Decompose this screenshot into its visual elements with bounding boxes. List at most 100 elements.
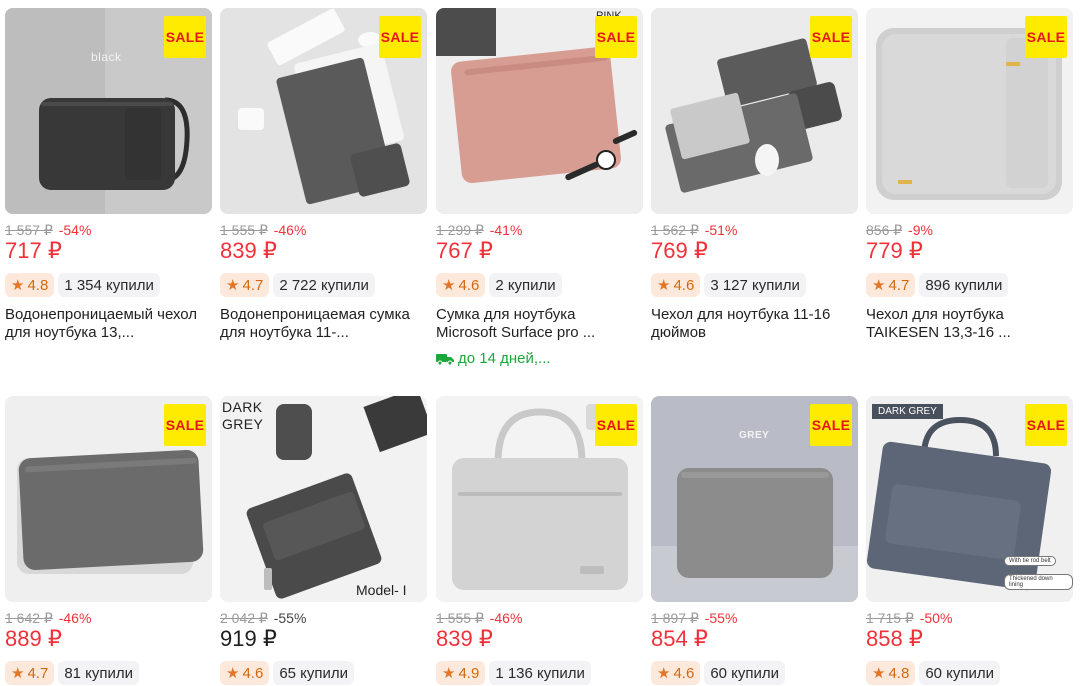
star-icon: ★ xyxy=(11,277,25,294)
bought-count: 1 354 купили xyxy=(58,273,160,297)
rating-value: 4.7 xyxy=(242,276,264,294)
sale-badge: SALE xyxy=(595,16,637,58)
meta-row: ★ 4.7 896 купили xyxy=(866,273,1073,297)
rating-value: 4.7 xyxy=(888,276,910,294)
sale-badge: SALE xyxy=(595,404,637,446)
delivery-text: до 14 дней,... xyxy=(458,350,551,367)
image-caption: GREY xyxy=(739,430,770,441)
old-price-row: 1 562 ₽ -51% xyxy=(651,222,858,238)
rating-badge: ★ 4.8 xyxy=(5,273,55,297)
meta-row: ★ 4.8 1 354 купили xyxy=(5,273,212,297)
product-title[interactable]: Сумка для ноутбука Microsoft Surface pro… xyxy=(436,306,636,342)
rating-value: 4.6 xyxy=(673,664,695,682)
price: 717 ₽ xyxy=(5,238,62,263)
product-image[interactable]: SALE xyxy=(651,8,858,214)
sale-badge: SALE xyxy=(1025,16,1067,58)
product-image[interactable]: DARK GREY With tie rod belt Thickened do… xyxy=(866,396,1073,602)
product-image[interactable]: GREY SALE xyxy=(651,396,858,602)
rating-value: 4.8 xyxy=(888,664,910,682)
star-icon: ★ xyxy=(226,665,240,682)
meta-row: ★ 4.6 2 купили xyxy=(436,273,643,297)
product-card[interactable]: black SALE 1 557 ₽ -54% 717 ₽ ★ 4.8 1 354… xyxy=(5,8,212,342)
rating-value: 4.6 xyxy=(242,664,264,682)
product-card[interactable]: SALE 1 555 ₽ -46% 839 ₽ ★ 4.7 2 722 купил… xyxy=(220,8,427,342)
product-image[interactable]: DARK GREY Model- I xyxy=(220,396,427,602)
old-price-row: 856 ₽ -9% xyxy=(866,222,1073,238)
bought-count: 3 127 купили xyxy=(704,273,806,297)
image-caption: DARK GREY xyxy=(222,399,264,432)
sale-badge: SALE xyxy=(810,404,852,446)
rating-badge: ★ 4.7 xyxy=(866,273,916,297)
old-price: 1 299 ₽ xyxy=(436,222,484,238)
product-card[interactable]: PINK SALE 1 299 ₽ -41% 767 ₽ ★4.6 2 купи… xyxy=(436,8,643,367)
rating-value: 4.6 xyxy=(458,276,480,294)
bought-count: 896 купили xyxy=(919,273,1009,297)
discount: -55% xyxy=(273,610,307,626)
rating-badge: ★ 4.7 xyxy=(220,273,270,297)
star-icon: ★ xyxy=(226,277,240,294)
meta-row: ★ 4.7 2 722 купили xyxy=(220,273,427,297)
product-title[interactable]: Чехол для ноутбука 11-16 дюймов xyxy=(651,306,851,342)
product-title[interactable]: Чехол для ноутбука TAIKESEN 13,3-16 ... xyxy=(866,306,1066,342)
product-title[interactable]: Водонепроницаемый чехол для ноутбука 13,… xyxy=(5,306,205,342)
old-price-row: 1 715 ₽ -50% xyxy=(866,610,1073,626)
bought-count: 60 купили xyxy=(704,661,786,685)
product-card[interactable]: SALE 856 ₽ -9% 779 ₽ ★ 4.7 896 купили Чех… xyxy=(866,8,1073,342)
product-image[interactable]: SALE xyxy=(436,396,643,602)
delivery-info: до 14 дней,... xyxy=(436,350,643,367)
sale-badge: SALE xyxy=(379,16,421,58)
meta-row: ★ 4.7 81 купили xyxy=(5,661,212,685)
price: 767 ₽ xyxy=(436,238,493,263)
meta-row: ★ 4.9 1 136 купили xyxy=(436,661,643,685)
discount: -55% xyxy=(704,610,738,626)
old-price-row: 1 555 ₽ -46% xyxy=(220,222,427,238)
product-title[interactable]: Водонепроницаемая сумка для ноутбука 11-… xyxy=(220,306,420,342)
price: 839 ₽ xyxy=(436,626,493,651)
sale-badge: SALE xyxy=(810,16,852,58)
old-price: 2 042 ₽ xyxy=(220,610,268,626)
rating-badge: ★ 4.9 xyxy=(436,661,486,685)
sale-badge: SALE xyxy=(164,16,206,58)
price: 839 ₽ xyxy=(220,238,277,263)
product-image[interactable]: SALE xyxy=(5,396,212,602)
product-card[interactable]: GREY SALE 1 897 ₽ -55% 854 ₽ ★ 4.6 60 куп… xyxy=(651,396,858,685)
discount: -9% xyxy=(908,222,933,238)
star-icon: ★ xyxy=(657,277,671,294)
old-price-row: 2 042 ₽ -55% xyxy=(220,610,427,626)
discount: -50% xyxy=(919,610,953,626)
old-price-row: 1 557 ₽ -54% xyxy=(5,222,212,238)
bought-count: 2 купили xyxy=(489,273,562,297)
old-price: 1 715 ₽ xyxy=(866,610,914,626)
sale-badge: SALE xyxy=(164,404,206,446)
rating-value: 4.9 xyxy=(458,664,480,682)
rating-value: 4.8 xyxy=(27,276,49,294)
product-card[interactable]: DARK GREY With tie rod belt Thickened do… xyxy=(866,396,1073,685)
product-card[interactable]: SALE 1 642 ₽ -46% 889 ₽ ★ 4.7 81 купили xyxy=(5,396,212,685)
old-price: 1 555 ₽ xyxy=(220,222,268,238)
discount: -41% xyxy=(489,222,523,238)
image-caption: black xyxy=(91,50,122,64)
old-price-row: 1 555 ₽ -46% xyxy=(436,610,643,626)
rating-badge: ★ 4.6 xyxy=(651,661,701,685)
old-price: 1 555 ₽ xyxy=(436,610,484,626)
product-card[interactable]: DARK GREY Model- I 2 042 ₽ -55% 919 ₽ ★ 4… xyxy=(220,396,427,685)
bought-count: 60 купили xyxy=(919,661,1001,685)
meta-row: ★ 4.6 65 купили xyxy=(220,661,427,685)
rating-value: 4.7 xyxy=(27,664,49,682)
rating-badge: ★ 4.6 xyxy=(220,661,270,685)
meta-row: ★ 4.6 60 купили xyxy=(651,661,858,685)
meta-row: ★ 4.8 60 купили xyxy=(866,661,1073,685)
product-image[interactable]: SALE xyxy=(866,8,1073,214)
product-image[interactable]: PINK SALE xyxy=(436,8,643,214)
product-image[interactable]: SALE xyxy=(220,8,427,214)
discount: -46% xyxy=(273,222,307,238)
rating-value: 4.6 xyxy=(673,276,695,294)
old-price-row: 1 897 ₽ -55% xyxy=(651,610,858,626)
truck-icon xyxy=(436,353,454,365)
star-icon: ★ xyxy=(872,665,886,682)
price: 919 ₽ xyxy=(220,626,277,651)
bought-count: 1 136 купили xyxy=(489,661,591,685)
product-card[interactable]: SALE 1 555 ₽ -46% 839 ₽ ★ 4.9 1 136 купил… xyxy=(436,396,643,685)
product-card[interactable]: SALE 1 562 ₽ -51% 769 ₽ ★ 4.6 3 127 купил… xyxy=(651,8,858,342)
product-image[interactable]: black SALE xyxy=(5,8,212,214)
